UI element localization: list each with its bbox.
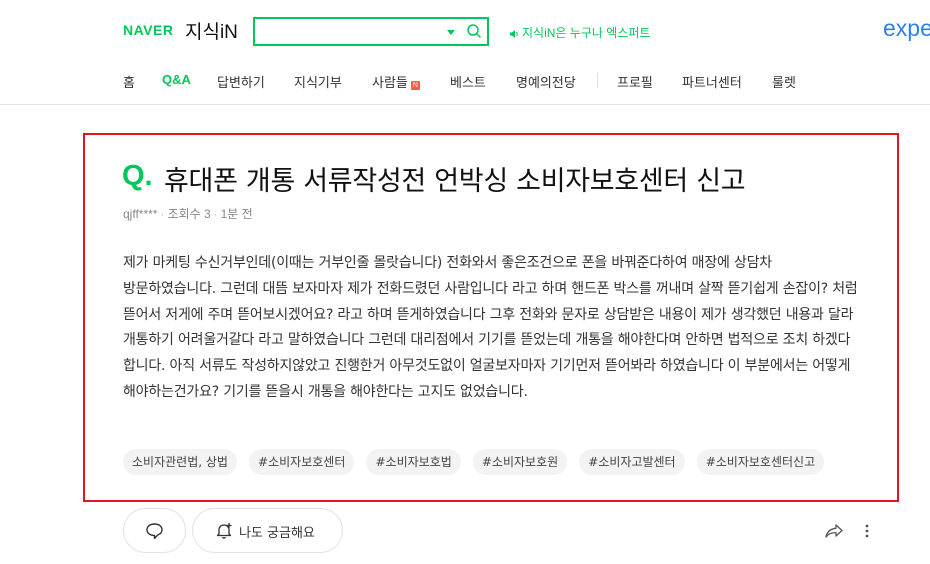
jisikin-logo[interactable]: 지식iN bbox=[185, 17, 238, 44]
nav-item-qna[interactable]: Q&A bbox=[162, 72, 191, 87]
question-meta: qjff**** · 조회수 3 · 1분 전 bbox=[123, 207, 253, 221]
chevron-down-icon[interactable] bbox=[447, 30, 455, 35]
expert-notice-text: 지식iN은 누구나 엑스퍼트 bbox=[522, 26, 651, 40]
question-title: 휴대폰 개통 서류작성전 언박싱 소비자보호센터 신고 bbox=[164, 166, 746, 197]
tag-item[interactable]: #소비자보호법 bbox=[366, 449, 461, 475]
nav-item-profile[interactable]: 프로필 bbox=[617, 72, 653, 91]
nav-item-home[interactable]: 홈 bbox=[123, 72, 135, 91]
speaker-icon bbox=[510, 30, 518, 38]
posted-time: 1분 전 bbox=[220, 207, 253, 221]
tag-item[interactable]: #소비자보호원 bbox=[472, 449, 568, 475]
author-id[interactable]: qjff**** bbox=[123, 207, 157, 221]
nav-item-best[interactable]: 베스트 bbox=[450, 72, 486, 91]
more-vertical-icon[interactable] bbox=[863, 522, 871, 540]
nav-item-roulette[interactable]: 룰렛 bbox=[772, 72, 796, 91]
comment-button[interactable] bbox=[123, 508, 186, 553]
tag-list: 소비자관련법, 상법 #소비자보호센터 #소비자보호법 #소비자보호원 #소비자… bbox=[123, 449, 831, 475]
expert-brand-logo[interactable]: expe bbox=[883, 15, 930, 42]
question-mark: Q. bbox=[122, 160, 153, 192]
view-count: 조회수 3 bbox=[167, 207, 211, 221]
nav-item-hall-of-fame[interactable]: 명예의전당 bbox=[516, 72, 576, 91]
tag-item[interactable]: #소비자보호센터신고 bbox=[696, 449, 825, 475]
nav-divider bbox=[597, 73, 598, 88]
main-nav: 홈 Q&A 답변하기 지식기부 사람들 N 베스트 명예의전당 프로필 파트너센터… bbox=[0, 62, 930, 105]
nav-item-donation[interactable]: 지식기부 bbox=[294, 72, 342, 91]
comment-icon bbox=[146, 523, 163, 540]
nav-item-people[interactable]: 사람들 N bbox=[372, 72, 420, 91]
nav-item-partner-center[interactable]: 파트너센터 bbox=[682, 72, 742, 91]
search-box bbox=[253, 17, 489, 46]
new-badge: N bbox=[410, 81, 420, 90]
curious-label: 나도 궁금해요 bbox=[239, 526, 315, 541]
naver-logo[interactable]: NAVER bbox=[123, 22, 173, 38]
expert-notice[interactable]: 지식iN은 누구나 엑스퍼트 bbox=[509, 24, 650, 41]
question-body: 제가 마케팅 수신거부인데(이때는 거부인줄 몰랏습니다) 전화와서 좋은조건으… bbox=[123, 255, 858, 400]
tag-item[interactable]: 소비자관련법, 상법 bbox=[123, 449, 237, 475]
share-icon[interactable] bbox=[824, 522, 844, 540]
tag-item[interactable]: #소비자보호센터 bbox=[249, 449, 355, 475]
curious-button[interactable]: 나도 궁금해요 bbox=[192, 508, 343, 553]
search-icon[interactable] bbox=[466, 23, 482, 39]
nav-item-answer[interactable]: 답변하기 bbox=[217, 72, 265, 91]
header: NAVER 지식iN 지식iN은 누구나 엑스퍼트 expe bbox=[0, 0, 930, 62]
nav-item-people-label: 사람들 bbox=[372, 75, 408, 90]
curious-plus-icon bbox=[216, 523, 232, 539]
tag-item[interactable]: #소비자고발센터 bbox=[579, 449, 685, 475]
search-input[interactable] bbox=[255, 19, 435, 44]
